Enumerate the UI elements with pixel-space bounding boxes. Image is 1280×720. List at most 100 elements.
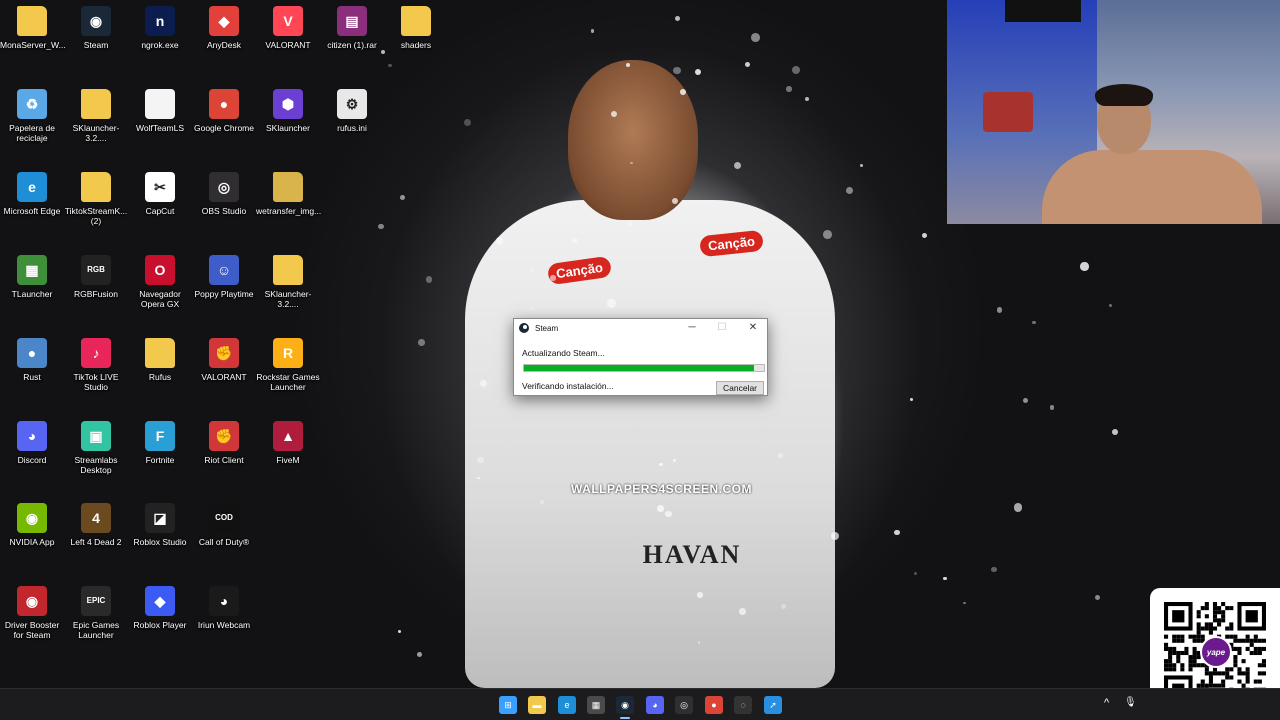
close-button[interactable]: ✕: [739, 320, 767, 336]
desktop-icon[interactable]: COD Call of Duty®: [192, 503, 256, 547]
desktop-icon-label: MonaServer_W...: [0, 40, 66, 50]
desktop-icon[interactable]: MonaServer_W...: [0, 6, 66, 50]
desktop-icon-label: Driver Booster for Steam: [4, 620, 60, 640]
desktop-icon-label: Rust: [23, 372, 41, 382]
minimize-button[interactable]: ─: [678, 320, 706, 336]
desktop-icon[interactable]: O Navegador Opera GX: [128, 255, 192, 309]
edge-icon[interactable]: e: [558, 696, 576, 714]
desktop-icon[interactable]: ◪ Roblox Studio: [128, 503, 192, 547]
spark-dot: [744, 61, 750, 67]
spark-dot: [1013, 503, 1023, 512]
desktop-icon[interactable]: ● Rust: [0, 338, 64, 382]
desktop-icon[interactable]: wetransfer_img...: [256, 172, 321, 216]
obs-icon[interactable]: ◎: [675, 696, 693, 714]
desktop-icon[interactable]: ◉ NVIDIA App: [0, 503, 64, 547]
spark-dot: [628, 221, 632, 226]
desktop-icon[interactable]: SKlauncher-3.2....: [64, 89, 128, 143]
desktop-icon-label: Iriun Webcam: [197, 620, 251, 630]
steam-icon: [519, 323, 529, 333]
desktop-icon[interactable]: ◉ Driver Booster for Steam: [0, 586, 64, 640]
spark-dot: [673, 66, 681, 75]
steam-icon[interactable]: ◉: [616, 696, 634, 714]
spark-dot: [1031, 320, 1036, 325]
ngrok-icon: n: [145, 6, 175, 36]
desktop-icon[interactable]: ◕ Discord: [0, 421, 64, 465]
iriun-webcam-icon: ◕: [209, 586, 239, 616]
active-app-indicator: [620, 717, 630, 719]
desktop-icon-label: Rockstar Games Launcher: [256, 372, 320, 392]
spark-dot: [997, 307, 1003, 313]
spark-dot: [733, 161, 742, 169]
desktop-icon[interactable]: n ngrok.exe: [128, 6, 192, 50]
desktop-icon[interactable]: EPIC Epic Games Launcher: [64, 586, 128, 640]
spark-dot: [665, 510, 672, 518]
desktop-icon[interactable]: ◆ Roblox Player: [128, 586, 192, 630]
desktop-icon-label: OBS Studio: [201, 206, 247, 216]
microphone-icon[interactable]: 🎙: [1124, 697, 1137, 708]
desktop-icon[interactable]: ◕ Iriun Webcam: [192, 586, 256, 630]
tray-chevron-icon[interactable]: ^: [1104, 697, 1109, 709]
winrar-icon: ▤: [337, 6, 367, 36]
desktop-icon[interactable]: V VALORANT: [256, 6, 320, 50]
desktop-icon[interactable]: ✊ Riot Client: [192, 421, 256, 465]
tlauncher-icon: ▦: [17, 255, 47, 285]
desktop-icon[interactable]: e Microsoft Edge: [0, 172, 64, 216]
file-explorer-icon[interactable]: ▬: [528, 696, 546, 714]
poppy-playtime-icon: ☺: [209, 255, 239, 285]
spark-dot: [1080, 262, 1089, 271]
chrome-icon[interactable]: ●: [705, 696, 723, 714]
spark-dot: [913, 571, 917, 575]
desktop-icon[interactable]: ◆ AnyDesk: [192, 6, 256, 50]
desktop-icon[interactable]: ♪ TikTok LIVE Studio: [64, 338, 128, 392]
desktop-icon[interactable]: ✂ CapCut: [128, 172, 192, 216]
desktop-icon-label: SKlauncher: [266, 123, 310, 133]
desktop-icon-label: CapCut: [145, 206, 175, 216]
settings-file-icon: ⚙: [337, 89, 367, 119]
desktop-icon[interactable]: RGB RGBFusion: [64, 255, 128, 299]
tiktok-icon: ♪: [81, 338, 111, 368]
desktop-icon[interactable]: TiktokStreamK... (2): [64, 172, 128, 226]
desktop-icon[interactable]: R Rockstar Games Launcher: [256, 338, 320, 392]
spark-dot: [418, 339, 425, 346]
desktop-icon[interactable]: SKlauncher-3.2....: [256, 255, 320, 309]
discord-icon[interactable]: ◕: [646, 696, 664, 714]
cancel-button[interactable]: Cancelar: [716, 381, 764, 395]
maximize-button[interactable]: ☐: [708, 320, 736, 336]
desktop-icon[interactable]: shaders: [384, 6, 448, 50]
spark-dot: [697, 592, 703, 598]
desktop-icon[interactable]: ▦ TLauncher: [0, 255, 64, 299]
riot-icon: ✊: [209, 338, 239, 368]
desktop-icon[interactable]: ✊ VALORANT: [192, 338, 256, 382]
desktop-icon[interactable]: Rufus: [128, 338, 192, 382]
rockstar-icon: R: [273, 338, 303, 368]
folder-icon: [401, 6, 431, 36]
epic-games-icon: EPIC: [81, 586, 111, 616]
desktop-icon[interactable]: ♻ Papelera de reciclaje: [0, 89, 64, 143]
desktop-icon[interactable]: ◉ Steam: [64, 6, 128, 50]
rust-icon: ●: [17, 338, 47, 368]
game-controller-icon[interactable]: ◌: [734, 696, 752, 714]
desktop-icon[interactable]: ▣ Streamlabs Desktop: [64, 421, 128, 475]
desktop-icon[interactable]: WolfTeamLS: [128, 89, 192, 133]
sklauncher-icon: ⬢: [273, 89, 303, 119]
start-menu-icon[interactable]: ⊞: [499, 696, 517, 714]
desktop-icon[interactable]: ◎ OBS Studio: [192, 172, 256, 216]
desktop-icon[interactable]: ▲ FiveM: [256, 421, 320, 465]
compass-app-icon[interactable]: ➚: [764, 696, 782, 714]
steam-dialog-titlebar[interactable]: Steam ─ ☐ ✕: [514, 319, 767, 337]
desktop-icon-label: VALORANT: [265, 40, 311, 50]
spark-dot: [962, 601, 966, 605]
desktop-icon-label: Steam: [83, 40, 109, 50]
spark-dot: [695, 69, 702, 76]
desktop-icon[interactable]: ⬢ SKlauncher: [256, 89, 320, 133]
desktop-icon[interactable]: F Fortnite: [128, 421, 192, 465]
desktop-icon[interactable]: 4 Left 4 Dead 2: [64, 503, 128, 547]
desktop-icon[interactable]: ▤ citizen (1).rar: [320, 6, 384, 50]
desktop-icon[interactable]: ☺ Poppy Playtime: [192, 255, 256, 299]
desktop-icon[interactable]: ● Google Chrome: [192, 89, 256, 133]
spark-dot: [1049, 405, 1054, 410]
desktop-icon[interactable]: ⚙ rufus.ini: [320, 89, 384, 133]
microsoft-store-icon[interactable]: ▦: [587, 696, 605, 714]
spark-dot: [657, 505, 665, 512]
spark-dot: [830, 531, 840, 540]
